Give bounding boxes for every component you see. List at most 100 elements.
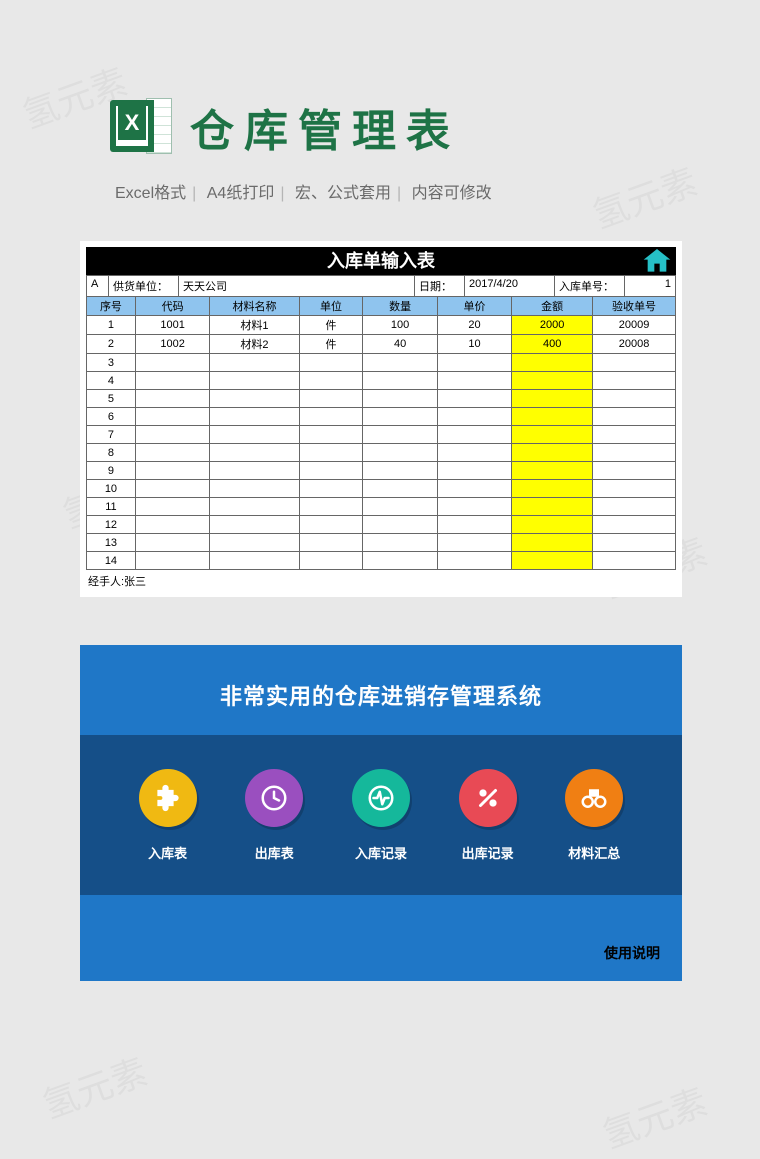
table-cell[interactable] (512, 516, 593, 534)
table-cell[interactable] (363, 516, 437, 534)
table-cell[interactable]: 12 (87, 516, 136, 534)
instructions-link[interactable]: 使用说明 (604, 943, 660, 963)
table-cell[interactable] (437, 552, 511, 570)
table-cell[interactable] (299, 462, 363, 480)
table-cell[interactable]: 20009 (593, 316, 676, 335)
table-cell[interactable] (135, 480, 209, 498)
table-cell[interactable] (210, 516, 299, 534)
table-cell[interactable]: 1 (87, 316, 136, 335)
table-cell[interactable]: 20 (437, 316, 511, 335)
table-cell[interactable] (299, 534, 363, 552)
table-cell[interactable] (437, 372, 511, 390)
table-cell[interactable] (210, 444, 299, 462)
table-cell[interactable]: 100 (363, 316, 437, 335)
table-cell[interactable] (299, 426, 363, 444)
table-cell[interactable] (512, 552, 593, 570)
table-cell[interactable] (210, 390, 299, 408)
table-cell[interactable]: 14 (87, 552, 136, 570)
table-cell[interactable] (512, 462, 593, 480)
table-cell[interactable]: 件 (299, 335, 363, 354)
table-cell[interactable]: 400 (512, 335, 593, 354)
home-icon[interactable] (640, 245, 674, 277)
table-cell[interactable] (512, 444, 593, 462)
table-cell[interactable] (210, 498, 299, 516)
table-cell[interactable]: 11 (87, 498, 136, 516)
table-cell[interactable]: 件 (299, 316, 363, 335)
table-cell[interactable] (593, 552, 676, 570)
table-cell[interactable] (210, 354, 299, 372)
dashboard-item-binoculars[interactable]: 材料汇总 (565, 769, 623, 862)
table-cell[interactable] (512, 354, 593, 372)
table-cell[interactable]: 10 (437, 335, 511, 354)
table-cell[interactable] (593, 408, 676, 426)
table-cell[interactable] (593, 516, 676, 534)
table-cell[interactable] (512, 372, 593, 390)
table-cell[interactable] (437, 354, 511, 372)
table-cell[interactable] (210, 426, 299, 444)
table-cell[interactable] (135, 408, 209, 426)
table-cell[interactable]: 9 (87, 462, 136, 480)
table-cell[interactable] (593, 390, 676, 408)
table-cell[interactable] (363, 390, 437, 408)
table-cell[interactable]: 1002 (135, 335, 209, 354)
table-cell[interactable]: 20008 (593, 335, 676, 354)
table-cell[interactable]: 材料2 (210, 335, 299, 354)
table-cell[interactable] (299, 552, 363, 570)
table-cell[interactable] (437, 408, 511, 426)
table-cell[interactable] (299, 390, 363, 408)
dashboard-item-pulse[interactable]: 入库记录 (352, 769, 410, 862)
table-cell[interactable] (363, 426, 437, 444)
table-cell[interactable] (512, 408, 593, 426)
table-cell[interactable] (363, 480, 437, 498)
table-cell[interactable] (363, 444, 437, 462)
table-cell[interactable] (135, 390, 209, 408)
table-cell[interactable]: 6 (87, 408, 136, 426)
table-cell[interactable] (135, 498, 209, 516)
table-cell[interactable] (437, 534, 511, 552)
table-cell[interactable]: 2 (87, 335, 136, 354)
table-cell[interactable] (135, 372, 209, 390)
table-cell[interactable] (512, 480, 593, 498)
table-cell[interactable] (437, 390, 511, 408)
table-cell[interactable] (593, 426, 676, 444)
table-cell[interactable] (593, 354, 676, 372)
table-cell[interactable] (437, 426, 511, 444)
table-cell[interactable] (363, 354, 437, 372)
table-cell[interactable] (135, 426, 209, 444)
table-cell[interactable] (363, 408, 437, 426)
table-cell[interactable]: 40 (363, 335, 437, 354)
table-cell[interactable] (593, 372, 676, 390)
table-cell[interactable] (210, 534, 299, 552)
table-cell[interactable] (210, 408, 299, 426)
dashboard-item-puzzle[interactable]: 入库表 (139, 769, 197, 862)
table-cell[interactable] (135, 462, 209, 480)
table-cell[interactable] (363, 498, 437, 516)
table-cell[interactable] (512, 390, 593, 408)
table-cell[interactable] (363, 462, 437, 480)
dashboard-item-clock[interactable]: 出库表 (245, 769, 303, 862)
table-cell[interactable] (299, 354, 363, 372)
table-cell[interactable] (135, 534, 209, 552)
table-cell[interactable] (135, 552, 209, 570)
table-cell[interactable] (135, 354, 209, 372)
table-cell[interactable] (437, 444, 511, 462)
table-cell[interactable] (210, 372, 299, 390)
table-cell[interactable] (210, 480, 299, 498)
table-cell[interactable] (593, 462, 676, 480)
table-cell[interactable]: 1001 (135, 316, 209, 335)
table-cell[interactable]: 2000 (512, 316, 593, 335)
table-cell[interactable] (437, 462, 511, 480)
table-cell[interactable] (437, 516, 511, 534)
table-cell[interactable]: 4 (87, 372, 136, 390)
table-cell[interactable]: 材料1 (210, 316, 299, 335)
table-cell[interactable] (299, 498, 363, 516)
table-cell[interactable] (210, 552, 299, 570)
table-cell[interactable] (593, 534, 676, 552)
table-cell[interactable]: 10 (87, 480, 136, 498)
table-cell[interactable]: 5 (87, 390, 136, 408)
table-cell[interactable] (363, 534, 437, 552)
table-cell[interactable]: 13 (87, 534, 136, 552)
table-cell[interactable] (593, 480, 676, 498)
dashboard-item-percent[interactable]: 出库记录 (459, 769, 517, 862)
table-cell[interactable] (512, 534, 593, 552)
